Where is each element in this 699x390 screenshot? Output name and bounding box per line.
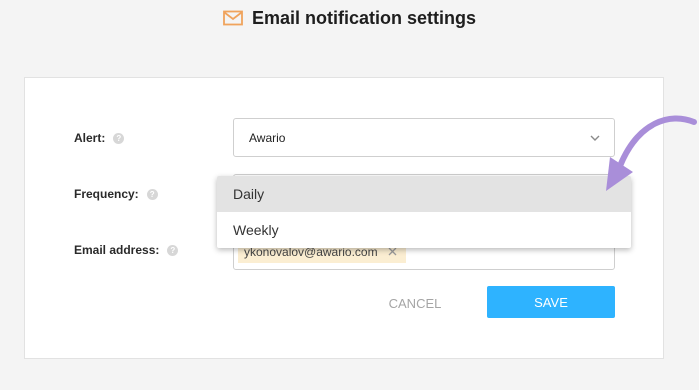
email-label: Email address: [74, 243, 160, 257]
save-button[interactable]: SAVE [487, 286, 615, 318]
mail-icon [223, 10, 243, 26]
dropdown-option-weekly[interactable]: Weekly [217, 212, 631, 248]
annotation-arrow-icon [606, 115, 697, 191]
alert-label-wrap: Alert: ? [74, 131, 125, 145]
help-icon[interactable]: ? [113, 132, 125, 144]
frequency-label: Frequency: [74, 187, 139, 201]
cancel-button[interactable]: CANCEL [371, 288, 459, 318]
help-icon[interactable]: ? [167, 244, 179, 256]
alert-label: Alert: [74, 131, 106, 145]
title-wrap: Email notification settings [223, 8, 476, 29]
page-title: Email notification settings [251, 7, 477, 28]
page-header: Email notification settings [0, 0, 699, 36]
help-icon[interactable]: ? [146, 188, 158, 200]
email-label-wrap: Email address: ? [74, 243, 179, 257]
alert-select-value: Awario [249, 130, 286, 145]
frequency-label-wrap: Frequency: ? [74, 187, 158, 201]
alert-select[interactable]: Awario [233, 118, 615, 157]
dropdown-option-daily[interactable]: Daily [217, 176, 631, 212]
frequency-dropdown: Daily Weekly [217, 176, 631, 248]
